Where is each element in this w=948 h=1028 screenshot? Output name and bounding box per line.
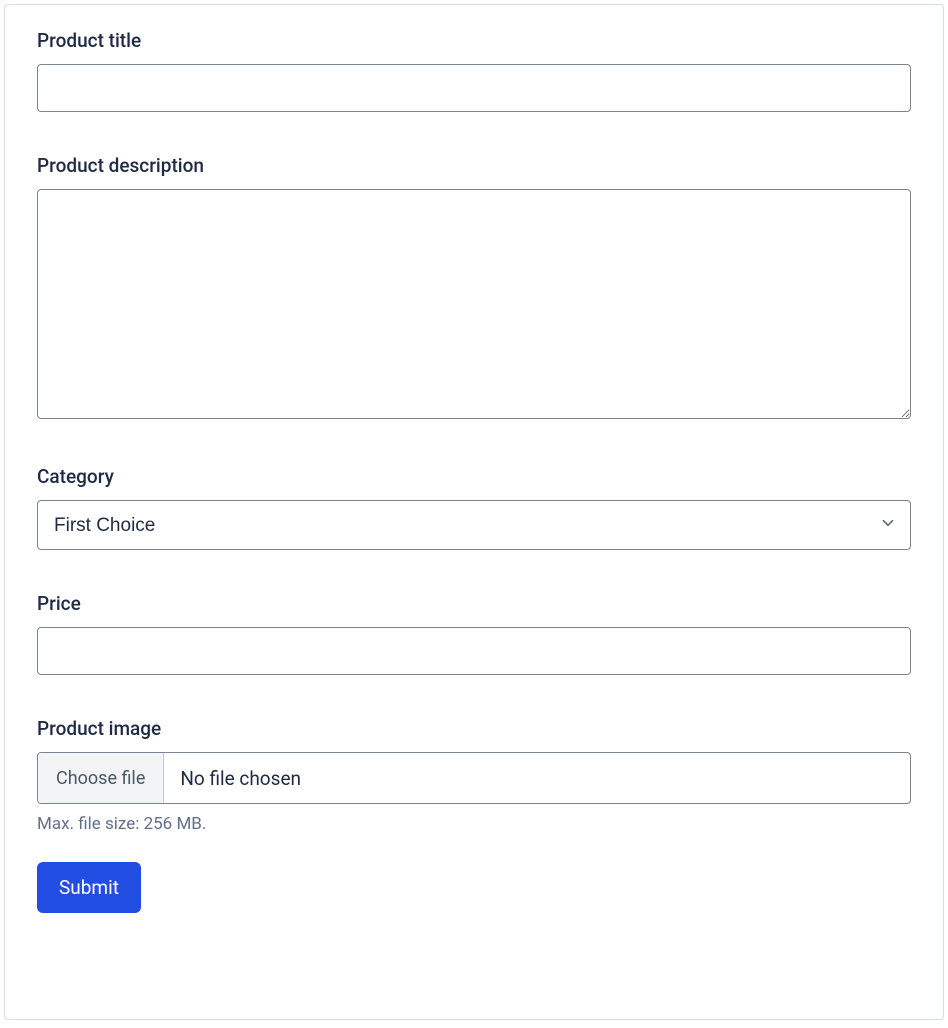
product-title-label: Product title (37, 29, 911, 52)
product-image-label: Product image (37, 717, 911, 740)
field-price: Price (37, 592, 911, 675)
product-description-label: Product description (37, 154, 911, 177)
product-form: Product title Product description Catego… (4, 4, 944, 1020)
field-product-title: Product title (37, 29, 911, 112)
choose-file-button[interactable]: Choose file (38, 753, 164, 803)
product-description-input[interactable] (37, 189, 911, 419)
price-input[interactable] (37, 627, 911, 675)
file-input-row: Choose file No file chosen (37, 752, 911, 804)
category-select[interactable]: First Choice (37, 500, 911, 550)
category-select-wrapper: First Choice (37, 500, 911, 550)
submit-button[interactable]: Submit (37, 862, 141, 913)
field-product-image: Product image Choose file No file chosen… (37, 717, 911, 834)
file-chosen-status: No file chosen (164, 753, 910, 803)
category-label: Category (37, 465, 911, 488)
field-product-description: Product description (37, 154, 911, 423)
file-size-hint: Max. file size: 256 MB. (37, 814, 911, 834)
price-label: Price (37, 592, 911, 615)
product-title-input[interactable] (37, 64, 911, 112)
field-category: Category First Choice (37, 465, 911, 550)
